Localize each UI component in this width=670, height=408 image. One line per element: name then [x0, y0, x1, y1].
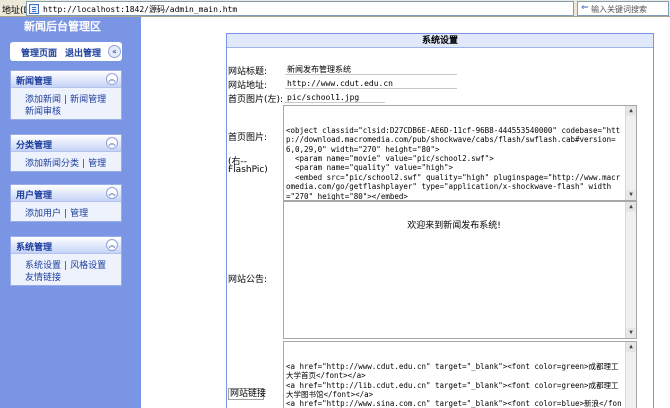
flash-code-textarea[interactable]: <object classid="clsid:D27CDB6E-AE6D-11c…	[283, 105, 637, 201]
chevron-up-icon[interactable]: ︽	[106, 137, 118, 149]
separator: |	[64, 95, 68, 105]
scrollbar[interactable]: ▲ ▼	[625, 202, 636, 338]
address-url: http://localhost:1842/源码/admin_main.htm	[43, 5, 238, 14]
notice-textarea[interactable]: 欢迎来到新闻发布系统! ▲ ▼	[283, 201, 637, 339]
panel-header[interactable]: 系统管理 ︽	[11, 237, 121, 254]
settings-form: 系统设置 网站标题: 新闻发布管理系统 网站地址: http://www.cdu…	[226, 33, 654, 408]
panel-header[interactable]: 新闻管理 ︽	[11, 71, 121, 88]
site-title: 新闻后台管理区	[24, 20, 101, 33]
scrollbar[interactable]: ▲ ▼	[625, 106, 636, 200]
scrollbar[interactable]: ▲	[625, 342, 636, 408]
logout-link[interactable]: 退出管理	[65, 46, 101, 59]
address-input[interactable]: http://localhost:1842/源码/admin_main.htm	[26, 1, 574, 16]
home-pic-label: 首页图片(左):	[228, 95, 284, 105]
chevron-up-icon[interactable]: ︽	[106, 73, 118, 85]
page-title: 系统设置	[227, 34, 653, 48]
sidebar: 新闻后台管理区 管理页面 退出管理 « 新闻管理 ︽ 添加新闻 | 新闻管理 新闻审…	[0, 17, 141, 408]
system-management-panel: 系统管理 ︽ 系统设置 | 风格设置 友情链接	[10, 236, 122, 286]
scroll-up-icon[interactable]: ▲	[626, 342, 636, 352]
category-management-panel: 分类管理 ︽ 添加新闻分类 | 管理	[10, 134, 122, 172]
chevron-up-icon[interactable]: ︽	[106, 239, 118, 251]
separator: |	[82, 159, 86, 169]
search-arrow-icon[interactable]: ⇐	[581, 3, 589, 13]
home-link[interactable]: 管理页面	[21, 46, 57, 59]
page-icon	[29, 4, 39, 14]
separator: |	[64, 209, 68, 219]
chevron-up-icon[interactable]: ︽	[106, 187, 118, 199]
panel-header[interactable]: 用户管理 ︽	[11, 185, 121, 202]
search-placeholder: 输入关键词搜索	[591, 5, 647, 14]
style-settings-link[interactable]: 风格设置	[70, 261, 106, 271]
flash-code-text: <object classid="clsid:D27CDB6E-AE6D-11c…	[286, 125, 621, 201]
add-user-link[interactable]: 添加用户	[25, 209, 61, 219]
address-bar: 地址(D) http://localhost:1842/源码/admin_mai…	[0, 0, 670, 17]
friend-links-link[interactable]: 友情链接	[25, 273, 61, 283]
flash-label: 首页图片:	[228, 133, 268, 143]
search-input[interactable]: ⇐ 输入关键词搜索	[577, 1, 669, 16]
panel-title: 分类管理	[16, 141, 53, 151]
top-tabs: 管理页面 退出管理 «	[10, 42, 122, 61]
notice-text: 欢迎来到新闻发布系统!	[407, 221, 501, 231]
scroll-up-icon[interactable]: ▲	[626, 106, 636, 116]
links-label: 网站链接	[228, 388, 267, 400]
home-pic-input[interactable]: pic/school1.jpg	[285, 91, 385, 103]
scroll-down-icon[interactable]: ▼	[626, 190, 636, 200]
site-title-label: 网站标题:	[228, 67, 268, 77]
links-textarea[interactable]: <a href="http://www.cdut.edu.cn" target=…	[283, 341, 637, 408]
news-management-panel: 新闻管理 ︽ 添加新闻 | 新闻管理 新闻审核	[10, 70, 122, 120]
separator: |	[64, 261, 68, 271]
site-url-label: 网站地址:	[228, 81, 268, 91]
add-category-link[interactable]: 添加新闻分类	[25, 159, 79, 169]
panel-header[interactable]: 分类管理 ︽	[11, 135, 121, 152]
site-url-input[interactable]: http://www.cdut.edu.cn	[285, 77, 457, 89]
links-code-text: <a href="http://www.cdut.edu.cn" target=…	[286, 361, 622, 408]
panel-title: 系统管理	[16, 243, 53, 253]
site-title-input[interactable]: 新闻发布管理系统	[285, 63, 457, 75]
user-management-panel: 用户管理 ︽ 添加用户 | 管理	[10, 184, 122, 222]
category-manage-link[interactable]: 管理	[88, 159, 106, 169]
flash-label-sub2: FlashPic)	[228, 165, 268, 175]
scroll-up-icon[interactable]: ▲	[626, 202, 636, 212]
notice-label: 网站公告:	[228, 275, 268, 285]
panel-title: 新闻管理	[16, 77, 53, 87]
collapse-icon[interactable]: «	[108, 45, 121, 58]
news-review-link[interactable]: 新闻审核	[25, 107, 61, 117]
news-manage-link[interactable]: 新闻管理	[70, 95, 106, 105]
user-manage-link[interactable]: 管理	[70, 209, 88, 219]
panel-title: 用户管理	[16, 191, 53, 201]
scroll-down-icon[interactable]: ▼	[626, 328, 636, 338]
